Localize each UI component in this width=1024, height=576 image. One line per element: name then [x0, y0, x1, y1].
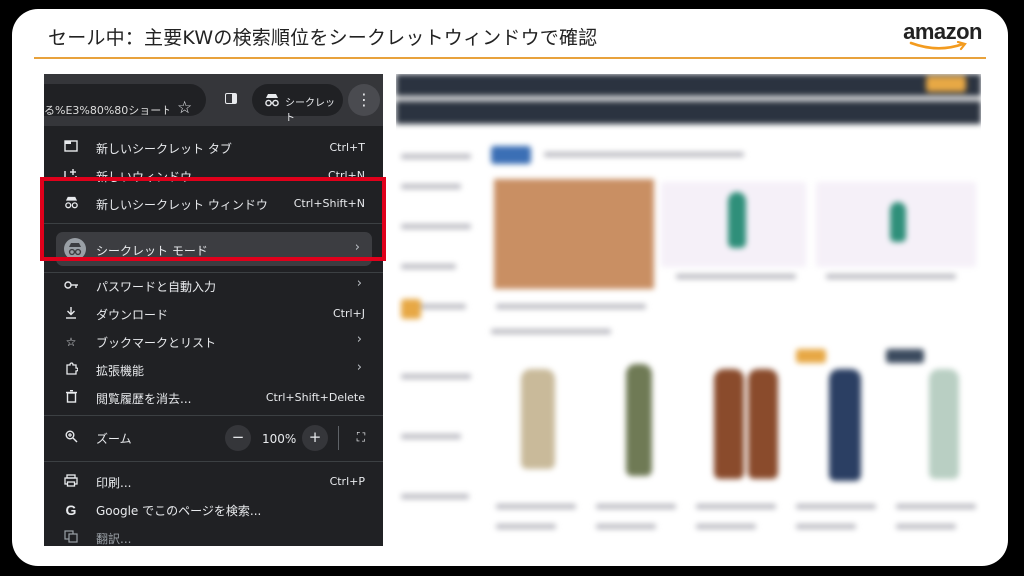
menu-separator	[44, 461, 383, 462]
menu-item-label: 閲覧履歴を消去...	[96, 392, 192, 406]
bookmark-star-icon[interactable]: ☆	[177, 98, 192, 118]
incognito-icon	[265, 94, 279, 107]
menu-item-bookmarks[interactable]: ☆ ブックマークとリスト ›	[44, 328, 383, 356]
new-tab-icon	[63, 140, 79, 156]
amazon-logo: amazon	[903, 19, 982, 51]
chevron-right-icon: ›	[356, 276, 362, 291]
printer-icon	[63, 474, 79, 490]
menu-item-zoom: ズーム	[44, 424, 383, 454]
menu-item-label: 拡張機能	[96, 364, 145, 378]
address-bar-text: る%E3%80%80ショート...	[44, 104, 169, 117]
highlight-frame	[40, 177, 386, 261]
menu-item-clear-history[interactable]: 閲覧履歴を消去... Ctrl+Shift+Delete	[44, 384, 383, 412]
side-panel-icon[interactable]	[225, 93, 237, 104]
chrome-menu-screenshot: る%E3%80%80ショート... ☆ シークレット ⋮ 新しいシークレット タ…	[44, 74, 383, 546]
menu-item-label: 印刷...	[96, 476, 132, 490]
amazon-logo-text: amazon	[903, 19, 982, 44]
browser-toolbar: る%E3%80%80ショート... ☆ シークレット ⋮	[44, 74, 383, 126]
menu-separator	[44, 415, 383, 416]
menu-item-label: ズーム	[96, 432, 132, 446]
menu-item-new-incognito-tab[interactable]: 新しいシークレット タブ Ctrl+T	[44, 134, 383, 162]
menu-item-extensions[interactable]: 拡張機能 ›	[44, 356, 383, 384]
key-icon	[63, 278, 79, 294]
incognito-label: シークレット	[285, 98, 335, 124]
zoom-in-button[interactable]: +	[302, 425, 328, 451]
menu-item-label: ダウンロード	[96, 308, 169, 322]
slide-title: セール中：主要KWの検索順位をシークレットウィンドウで確認	[48, 27, 598, 49]
menu-item-label: Google でこのページを検索...	[96, 504, 262, 518]
menu-item-shortcut: Ctrl+T	[329, 141, 365, 154]
menu-item-label: 新しいシークレット タブ	[96, 142, 232, 156]
translate-icon	[63, 530, 79, 546]
chevron-right-icon: ›	[356, 360, 362, 375]
star-icon: ☆	[65, 335, 77, 349]
download-icon	[63, 306, 79, 322]
menu-item-label: パスワードと自動入力	[96, 280, 217, 294]
zoom-divider	[338, 426, 339, 450]
fullscreen-icon[interactable]: ⛶	[348, 425, 374, 451]
menu-item-search-page[interactable]: G Google でこのページを検索...	[44, 496, 383, 524]
menu-item-shortcut: Ctrl+Shift+Delete	[265, 391, 365, 404]
menu-item-print[interactable]: 印刷... Ctrl+P	[44, 468, 383, 496]
amazon-search-results-screenshot	[396, 74, 981, 546]
zoom-level: 100%	[262, 432, 297, 446]
menu-item-translate[interactable]: 翻訳...	[44, 524, 383, 546]
trash-icon	[63, 389, 79, 406]
more-vert-icon[interactable]: ⋮	[348, 84, 380, 116]
amazon-header-bar	[396, 74, 981, 124]
slide: セール中：主要KWの検索順位をシークレットウィンドウで確認 amazon る%E…	[12, 9, 1008, 566]
menu-item-downloads[interactable]: ダウンロード Ctrl+J	[44, 300, 383, 328]
menu-item-shortcut: Ctrl+J	[332, 307, 365, 320]
incognito-indicator[interactable]: シークレット	[252, 84, 343, 124]
zoom-icon	[63, 430, 79, 446]
zoom-out-button[interactable]: −	[225, 425, 251, 451]
menu-item-label: ブックマークとリスト	[96, 336, 217, 350]
title-underline	[34, 57, 986, 59]
menu-item-passwords[interactable]: パスワードと自動入力 ›	[44, 272, 383, 300]
address-bar[interactable]: る%E3%80%80ショート... ☆	[44, 84, 206, 118]
chevron-right-icon: ›	[356, 332, 362, 347]
menu-item-label: 翻訳...	[96, 532, 132, 546]
puzzle-icon	[63, 362, 79, 378]
google-g-icon: G	[65, 502, 77, 518]
menu-item-shortcut: Ctrl+P	[329, 475, 365, 488]
